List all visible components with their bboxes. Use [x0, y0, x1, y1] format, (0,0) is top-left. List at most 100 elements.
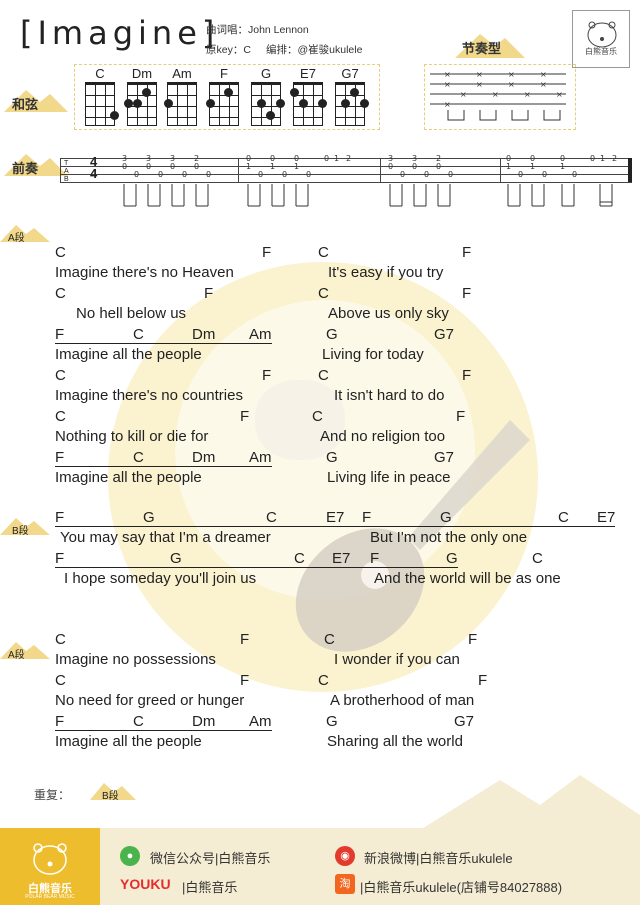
- lyric-text: And no religion too: [320, 428, 446, 445]
- svg-text:1: 1: [506, 162, 511, 171]
- repeat-target-label: B段: [102, 791, 119, 802]
- chord-symbol: Dm: [192, 449, 249, 467]
- svg-text:×: ×: [508, 70, 515, 79]
- chord-symbol: F: [468, 631, 478, 648]
- lyric-text: Imagine there's no Heaven: [55, 264, 234, 281]
- chord-symbol: F: [262, 244, 272, 261]
- chord-symbol: F: [240, 631, 250, 648]
- lyric-text: Imagine no possessions: [55, 651, 216, 668]
- chord-row: F C Dm Am G G7: [0, 326, 640, 346]
- footer-bear-icon: [33, 843, 67, 875]
- chord-symbol: C: [318, 672, 329, 689]
- weibo-icon[interactable]: ◉: [335, 846, 355, 866]
- chord-symbol: G7: [434, 449, 455, 466]
- svg-text:0: 0: [518, 170, 523, 179]
- chord-symbol: F: [262, 367, 272, 384]
- lyric-text: But I'm not the only one: [370, 529, 528, 546]
- chord-symbol: F: [55, 713, 133, 731]
- lyric-text: You may say that I'm a dreamer: [60, 529, 271, 546]
- lyric-row: No need for greed or hunger A brotherhood…: [0, 692, 640, 712]
- chord-symbol: G7: [454, 713, 475, 730]
- chord-symbol: Dm: [192, 326, 249, 344]
- lyric-row: You may say that I'm a dreamer But I'm no…: [0, 529, 640, 549]
- chord-symbol: C: [324, 631, 335, 648]
- lyric-text: It isn't hard to do: [334, 387, 445, 404]
- chord-symbol: C: [55, 244, 66, 261]
- chord-symbol: G: [440, 509, 558, 527]
- chord-symbol: G: [143, 509, 266, 527]
- arranger-line: 编排：@崔骏ukulele: [266, 44, 363, 56]
- svg-text:0: 0: [572, 170, 577, 179]
- chord-row: F C Dm Am G G7: [0, 449, 640, 469]
- chord-symbol: E7: [332, 550, 370, 568]
- chord-row: CFCF: [0, 631, 640, 651]
- svg-text:×: ×: [444, 80, 451, 89]
- svg-text:0: 0: [206, 170, 211, 179]
- lyric-text: No need for greed or hunger: [55, 692, 245, 709]
- svg-text:0: 0: [258, 170, 263, 179]
- svg-text:×: ×: [476, 80, 483, 89]
- lyric-text: And the world will be as one: [374, 570, 561, 587]
- intro-tab-notes: 30 30 30 20 0000 000012 111 000 332 000 …: [122, 154, 617, 207]
- chord-symbol: C: [312, 408, 323, 425]
- chord-symbol: C: [532, 550, 543, 567]
- chord-symbol: F: [55, 449, 133, 467]
- youku-icon[interactable]: YOUKU: [120, 876, 171, 892]
- chord-symbol: G7: [434, 326, 455, 343]
- svg-text:×: ×: [460, 90, 467, 99]
- chord-symbol: F: [55, 550, 170, 568]
- chord-diagram-dm: Dm: [124, 66, 158, 126]
- svg-text:×: ×: [524, 90, 531, 99]
- chord-symbol: E7: [597, 509, 616, 527]
- svg-text:0: 0: [158, 170, 163, 179]
- lyric-text: Imagine all the people: [55, 733, 202, 750]
- svg-text:×: ×: [556, 90, 563, 99]
- svg-text:1: 1: [560, 162, 565, 171]
- chord-symbol: G: [326, 326, 338, 343]
- chord-symbol: F: [370, 550, 446, 568]
- chord-symbol: C: [294, 550, 332, 568]
- svg-text:1: 1: [530, 162, 535, 171]
- lyric-text: Sharing all the world: [327, 733, 463, 750]
- lyric-text: Imagine all the people: [55, 346, 202, 363]
- weibo-link[interactable]: 新浪微博|白熊音乐ukulele: [364, 848, 513, 867]
- taobao-link[interactable]: |白熊音乐ukulele(店铺号84027888): [360, 877, 562, 896]
- chord-diagram-g: G: [250, 66, 285, 126]
- chord-row: CFCF: [0, 244, 640, 264]
- chord-row: F G C E7 F G C: [0, 550, 640, 570]
- svg-text:×: ×: [492, 90, 499, 99]
- svg-text:0: 0: [194, 162, 199, 171]
- svg-text:0: 0: [590, 154, 595, 163]
- key-line: 原key：C: [206, 44, 251, 56]
- chord-symbol: Am: [249, 326, 272, 344]
- svg-text:0: 0: [448, 170, 453, 179]
- wechat-icon[interactable]: ●: [120, 846, 140, 866]
- chord-symbol: G: [170, 550, 294, 568]
- lyric-row: Nothing to kill or die for And no religio…: [0, 428, 640, 448]
- youku-link[interactable]: |白熊音乐: [182, 877, 237, 896]
- svg-text:0: 0: [146, 162, 151, 171]
- svg-text:×: ×: [540, 80, 547, 89]
- svg-text:0: 0: [306, 170, 311, 179]
- chord-row: CFCF: [0, 367, 640, 387]
- lyric-text: A brotherhood of man: [330, 692, 475, 709]
- lyric-row: Imagine there's no Heaven It's easy if yo…: [0, 264, 640, 284]
- chord-symbol: F: [456, 408, 466, 425]
- svg-text:0: 0: [388, 162, 393, 171]
- wechat-link[interactable]: 微信公众号|白熊音乐: [150, 848, 270, 867]
- taobao-icon[interactable]: 淘: [335, 874, 355, 894]
- svg-text:0: 0: [134, 170, 139, 179]
- lyric-text: No hell below us: [76, 305, 187, 322]
- rhythm-section-label: 节奏型: [462, 41, 502, 56]
- chord-diagram-c: C: [84, 66, 119, 126]
- chord-symbol: F: [462, 244, 472, 261]
- lyric-text: Living life in peace: [327, 469, 451, 486]
- svg-text:0: 0: [436, 162, 441, 171]
- chord-diagram-f: F: [206, 66, 240, 126]
- lyric-text: I wonder if you can: [334, 651, 460, 668]
- chord-symbol: C: [133, 449, 192, 467]
- svg-text:×: ×: [476, 70, 483, 79]
- chord-symbol: C: [55, 285, 66, 302]
- brand-logo: 白熊音乐: [572, 10, 630, 68]
- svg-text:1: 1: [600, 154, 605, 163]
